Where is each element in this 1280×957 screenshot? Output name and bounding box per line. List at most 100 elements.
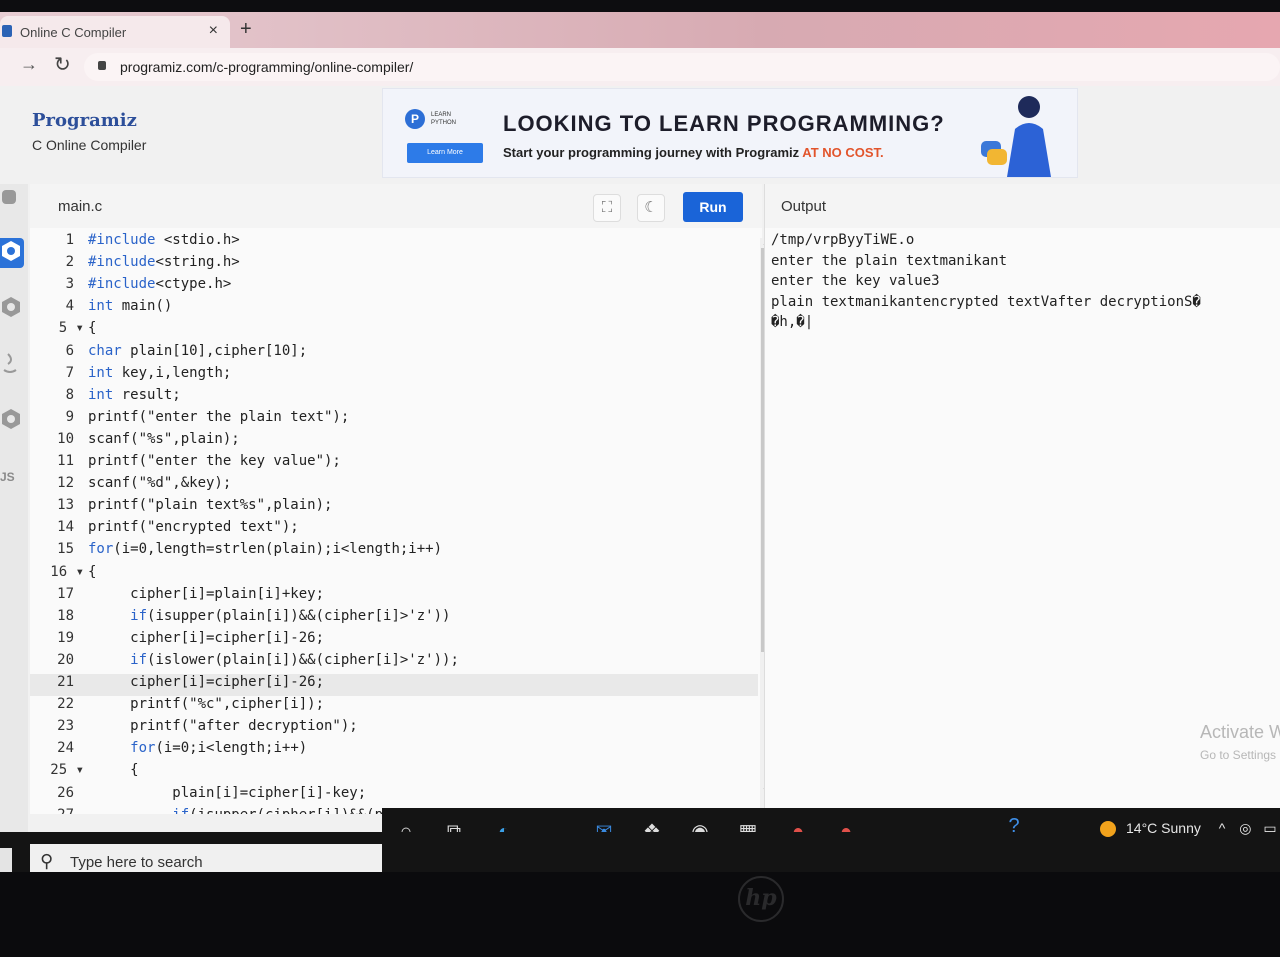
code-line[interactable]: 12 scanf("%d",&key);: [30, 475, 758, 497]
line-number: 25 ▾: [50, 762, 84, 779]
code-line[interactable]: 24 for(i=0;i<length;i++): [30, 740, 758, 762]
code-line[interactable]: 10 scanf("%s",plain);: [30, 431, 758, 453]
line-number: 17: [57, 585, 74, 602]
line-number: 6: [65, 342, 74, 359]
code-line[interactable]: 1 #include <stdio.h>: [30, 232, 758, 254]
code-line[interactable]: 13 printf("plain text%s",plain);: [30, 497, 758, 519]
code-line[interactable]: 9 printf("enter the plain text");: [30, 409, 758, 431]
forward-icon[interactable]: →: [20, 54, 38, 75]
code-line[interactable]: 17 cipher[i]=plain[i]+key;: [30, 586, 758, 608]
ad-subline-text: Start your programming journey with Prog…: [503, 145, 800, 160]
browser-tab[interactable]: Online C Compiler ×: [0, 16, 230, 48]
run-button[interactable]: Run: [683, 192, 743, 222]
url-field[interactable]: programiz.com/c-programming/online-compi…: [84, 53, 1280, 81]
output-line: enter the key value3: [771, 273, 940, 289]
code-line[interactable]: 22 printf("%c",cipher[i]);: [30, 696, 758, 718]
code-text: for(i=0;i<length;i++): [130, 740, 308, 757]
line-number: 10: [57, 430, 74, 447]
code-line[interactable]: 8 int result;: [30, 387, 758, 409]
line-number: 20: [57, 651, 74, 668]
reload-icon[interactable]: ↻: [54, 52, 71, 77]
code-line[interactable]: 6 char plain[10],cipher[10];: [30, 343, 758, 365]
java-icon[interactable]: [0, 350, 24, 380]
code-line[interactable]: 21 cipher[i]=cipher[i]-26;: [30, 674, 758, 696]
keyword-token: char: [88, 342, 122, 359]
code-line[interactable]: 11 printf("enter the key value");: [30, 453, 758, 475]
taskbar-search[interactable]: ⚲ Type here to search: [30, 844, 382, 872]
network-icon[interactable]: ◎: [1239, 820, 1251, 836]
tab-title: Online C Compiler: [20, 25, 127, 40]
weather-text[interactable]: 14°C Sunny: [1126, 820, 1201, 836]
code-text: printf("enter the key value");: [88, 453, 341, 469]
csharp-icon[interactable]: [0, 406, 24, 436]
keyword-token: int: [88, 364, 114, 381]
line-number: 9: [65, 408, 74, 425]
fullscreen-icon[interactable]: ⛶: [593, 194, 621, 222]
lock-icon: [98, 61, 106, 70]
output-line: �h,�|: [771, 314, 814, 330]
code-line[interactable]: 19 cipher[i]=cipher[i]-26;: [30, 630, 758, 652]
search-icon: ⚲: [40, 851, 54, 871]
code-line[interactable]: 23 printf("after decryption");: [30, 718, 758, 740]
cpp-icon[interactable]: [0, 294, 24, 324]
page: Programiz C Online Compiler P LEARN PYTH…: [0, 86, 1280, 872]
code-line[interactable]: 26 plain[i]=cipher[i]-key;: [30, 785, 758, 807]
file-tab-main-c[interactable]: main.c: [58, 198, 102, 215]
code-editor[interactable]: 1 #include <stdio.h> 2 #include<string.h> 3 #…: [30, 228, 762, 814]
line-number: 5 ▾: [58, 320, 84, 337]
ad-learn-more-button[interactable]: Learn More: [407, 143, 483, 163]
code-text: #include<ctype.h>: [88, 276, 232, 293]
dark-mode-icon[interactable]: ☾: [637, 194, 665, 222]
code-text: cipher[i]=cipher[i]-26;: [88, 674, 325, 690]
ad-illustration-icon: [981, 96, 1051, 177]
code-line[interactable]: 2 #include<string.h>: [30, 254, 758, 276]
code-line[interactable]: 5 ▾{: [30, 320, 758, 342]
line-number: 22: [57, 696, 74, 713]
keyword-token: if: [130, 607, 148, 624]
code-text: cipher[i]=plain[i]+key;: [88, 585, 325, 602]
code-line[interactable]: 15 for(i=0,length=strlen(plain);i<length;…: [30, 541, 758, 563]
ad-small-text: LEARN PYTHON: [431, 112, 457, 126]
code-line[interactable]: 25 ▾ {: [30, 762, 758, 784]
close-tab-icon[interactable]: ×: [209, 22, 218, 40]
code-text: printf("after decryption");: [88, 718, 358, 735]
line-number: 14: [57, 519, 74, 536]
battery-icon[interactable]: ▭: [1263, 820, 1276, 836]
code-line[interactable]: 7 int key,i,length;: [30, 365, 758, 387]
programiz-logo[interactable]: Programiz: [32, 110, 146, 131]
ad-logo-icon: P: [405, 109, 425, 129]
line-number: 12: [57, 475, 74, 492]
code-text: plain[i]=cipher[i]-key;: [88, 784, 367, 801]
ad-subline-accent: AT NO COST.: [802, 145, 884, 160]
code-line[interactable]: 18 if(isupper(plain[i])&&(cipher[i]>'z')…: [30, 608, 758, 630]
line-number: 24: [57, 740, 74, 757]
chevron-up-icon[interactable]: ^: [1219, 820, 1226, 836]
start-icon[interactable]: [0, 848, 12, 872]
new-tab-button[interactable]: +: [240, 18, 252, 41]
code-text: scanf("%d",&key);: [88, 475, 232, 492]
code-line[interactable]: 4 int main(): [30, 298, 758, 320]
code-line[interactable]: 20 if(islower(plain[i])&&(cipher[i]>'z')…: [30, 652, 758, 674]
python-icon[interactable]: [0, 186, 24, 216]
language-sidebar: JS: [0, 184, 28, 872]
code-line[interactable]: 14 printf("encrypted text");: [30, 519, 758, 541]
keyword-token: if: [130, 651, 148, 668]
line-number: 16 ▾: [50, 563, 84, 580]
line-number: 19: [57, 629, 74, 646]
line-number: 4: [65, 298, 74, 315]
js-icon[interactable]: JS: [0, 470, 24, 500]
code-line[interactable]: 16 ▾{: [30, 564, 758, 586]
code-line[interactable]: 3 #include<ctype.h>: [30, 276, 758, 298]
ad-banner[interactable]: P LEARN PYTHON Learn More LOOKING TO LEA…: [382, 88, 1078, 178]
code-text: for(i=0,length=strlen(plain);i<length;i+…: [88, 541, 443, 558]
programiz-favicon-icon: [2, 25, 12, 37]
code-text: #include <stdio.h>: [88, 232, 240, 248]
line-number: 13: [57, 497, 74, 514]
c-icon[interactable]: [0, 238, 24, 268]
keyword-token: if: [172, 807, 189, 814]
code-text: printf("encrypted text");: [88, 519, 299, 536]
line-number: 11: [57, 453, 74, 469]
output-line: plain textmanikantencrypted textVafter d…: [771, 293, 1201, 310]
code-text: int main(): [88, 298, 173, 315]
output-title: Output: [781, 198, 827, 215]
